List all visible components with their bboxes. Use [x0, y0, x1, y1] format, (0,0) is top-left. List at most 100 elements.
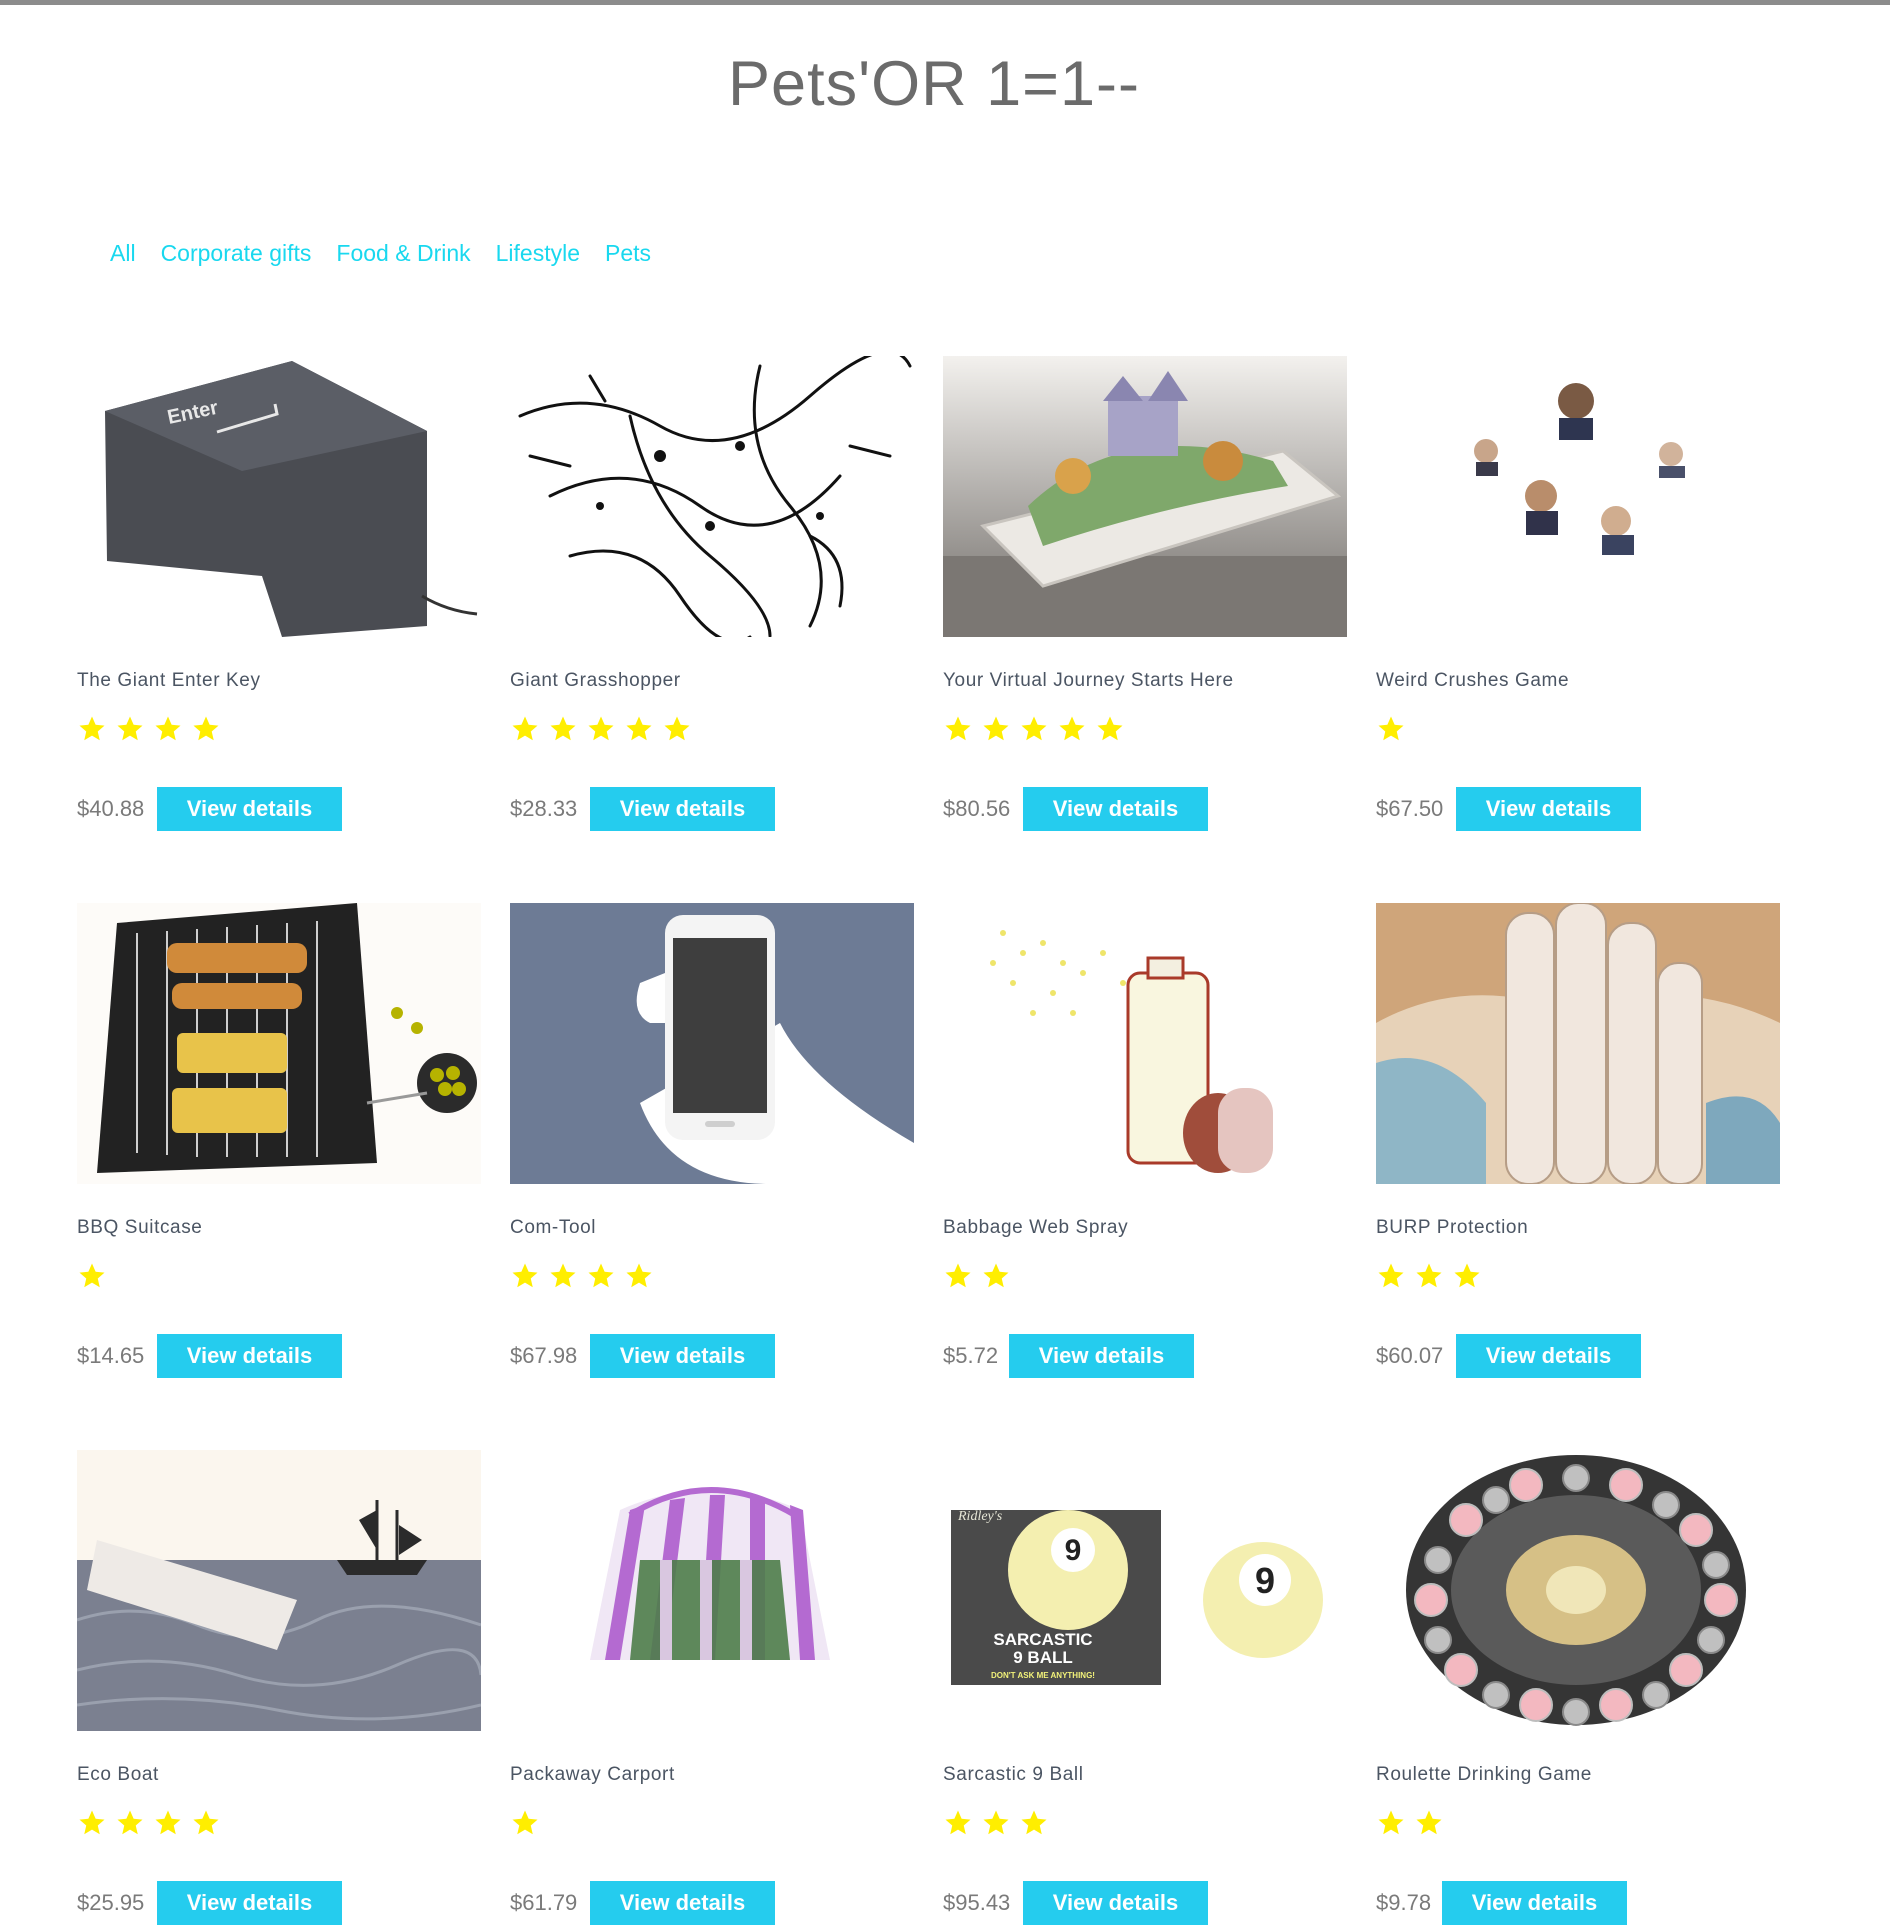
product-price: $80.56 — [943, 796, 1011, 821]
product-image-web-spray[interactable] — [943, 903, 1347, 1184]
product-image-virtual-journey[interactable] — [943, 356, 1347, 637]
filter-all[interactable]: All — [110, 240, 136, 267]
product-card: BURP Protection $60.07 View details — [1376, 903, 1780, 1378]
product-image-roulette[interactable] — [1376, 1450, 1780, 1731]
product-card: Weird Crushes Game $67.50 View details — [1376, 356, 1780, 831]
star-icon — [588, 716, 614, 741]
star-icon — [1097, 716, 1123, 741]
ball-number-small: 9 — [1065, 1534, 1082, 1567]
star-icon — [1416, 1263, 1442, 1288]
star-icon — [512, 716, 538, 741]
star-icon — [945, 1810, 971, 1835]
star-icon — [983, 1263, 1009, 1288]
product-card: Com-Tool $67.98 View details — [510, 903, 914, 1378]
star-icon — [550, 1263, 576, 1288]
star-icon — [117, 716, 143, 741]
product-name: Packaway Carport — [510, 1764, 675, 1785]
view-details-button[interactable]: View details — [590, 787, 775, 831]
star-icon — [79, 1810, 105, 1835]
product-name: The Giant Enter Key — [77, 670, 261, 691]
box-subtitle: DON'T ASK ME ANYTHING! — [991, 1671, 1095, 1680]
product-card: 9 Ridley's SARCASTIC 9 BALL DON'T ASK ME… — [943, 1450, 1347, 1925]
view-details-button[interactable]: View details — [157, 787, 342, 831]
star-icon — [983, 1810, 1009, 1835]
product-price: $67.98 — [510, 1343, 578, 1368]
product-image-com-tool[interactable] — [510, 903, 914, 1184]
product-price: $95.43 — [943, 1890, 1011, 1915]
rating-stars — [943, 714, 1125, 744]
product-image-bbq-suitcase[interactable] — [77, 903, 481, 1184]
rating-stars — [77, 714, 221, 744]
top-border — [0, 0, 1890, 5]
view-details-button[interactable]: View details — [1442, 1881, 1627, 1925]
product-price: $67.50 — [1376, 796, 1444, 821]
product-price: $60.07 — [1376, 1343, 1444, 1368]
product-image-weird-crushes[interactable] — [1376, 356, 1780, 637]
box-title-line2: 9 BALL — [1013, 1648, 1073, 1667]
view-details-button[interactable]: View details — [1023, 1881, 1208, 1925]
product-name: Eco Boat — [77, 1764, 159, 1785]
product-name: Your Virtual Journey Starts Here — [943, 670, 1234, 691]
product-card: Babbage Web Spray $5.72 View details — [943, 903, 1347, 1378]
view-details-button[interactable]: View details — [590, 1334, 775, 1378]
rating-stars — [77, 1808, 221, 1838]
star-icon — [1378, 1810, 1404, 1835]
filter-lifestyle[interactable]: Lifestyle — [496, 240, 580, 267]
product-image-eco-boat[interactable] — [77, 1450, 481, 1731]
star-icon — [664, 716, 690, 741]
view-details-button[interactable]: View details — [1023, 787, 1208, 831]
product-image-sarcastic-9-ball[interactable]: 9 Ridley's SARCASTIC 9 BALL DON'T ASK ME… — [943, 1450, 1347, 1731]
rating-stars — [510, 1261, 654, 1291]
rating-stars — [510, 1808, 540, 1838]
star-icon — [1021, 1810, 1047, 1835]
star-icon — [1059, 716, 1085, 741]
filter-food-drink[interactable]: Food & Drink — [336, 240, 470, 267]
view-details-button[interactable]: View details — [157, 1334, 342, 1378]
star-icon — [512, 1263, 538, 1288]
rating-stars — [510, 714, 692, 744]
product-price: $5.72 — [943, 1343, 999, 1368]
product-image-burp-protection[interactable] — [1376, 903, 1780, 1184]
ball-number-large: 9 — [1255, 1560, 1275, 1601]
star-icon — [1378, 716, 1404, 741]
rating-stars — [77, 1261, 107, 1291]
product-name: Com-Tool — [510, 1217, 597, 1238]
star-icon — [550, 716, 576, 741]
star-icon — [626, 716, 652, 741]
view-details-button[interactable]: View details — [157, 1881, 342, 1925]
product-price: $25.95 — [77, 1890, 145, 1915]
product-image-enter-key[interactable]: Enter — [77, 356, 481, 637]
star-icon — [155, 1810, 181, 1835]
view-details-button[interactable]: View details — [590, 1881, 775, 1925]
star-icon — [193, 716, 219, 741]
product-price: $61.79 — [510, 1890, 578, 1915]
filter-corporate-gifts[interactable]: Corporate gifts — [161, 240, 312, 267]
star-icon — [117, 1810, 143, 1835]
page-title: Pets'OR 1=1-- — [728, 49, 1140, 119]
star-icon — [588, 1263, 614, 1288]
product-card: Enter The Giant Enter Key $40.88 View de… — [77, 356, 481, 831]
star-icon — [1454, 1263, 1480, 1288]
product-card: Giant Grasshopper $28.33 View details — [510, 356, 914, 831]
box-title-line1: SARCASTIC — [993, 1630, 1092, 1649]
filter-pets[interactable]: Pets — [605, 240, 651, 267]
star-icon — [945, 716, 971, 741]
product-price: $40.88 — [77, 796, 145, 821]
product-name: Roulette Drinking Game — [1376, 1764, 1592, 1785]
rating-stars — [943, 1261, 1011, 1291]
star-icon — [983, 716, 1009, 741]
star-icon — [945, 1263, 971, 1288]
view-details-button[interactable]: View details — [1456, 1334, 1641, 1378]
view-details-button[interactable]: View details — [1456, 787, 1641, 831]
product-image-grasshopper[interactable] — [510, 356, 914, 637]
star-icon — [155, 716, 181, 741]
product-name: Weird Crushes Game — [1376, 670, 1570, 691]
view-details-button[interactable]: View details — [1009, 1334, 1194, 1378]
rating-stars — [1376, 1808, 1444, 1838]
product-image-packaway-carport[interactable] — [510, 1450, 914, 1731]
star-icon — [79, 1263, 105, 1288]
rating-stars — [1376, 714, 1406, 744]
product-price: $14.65 — [77, 1343, 145, 1368]
product-card: Packaway Carport $61.79 View details — [510, 1450, 914, 1925]
star-icon — [193, 1810, 219, 1835]
